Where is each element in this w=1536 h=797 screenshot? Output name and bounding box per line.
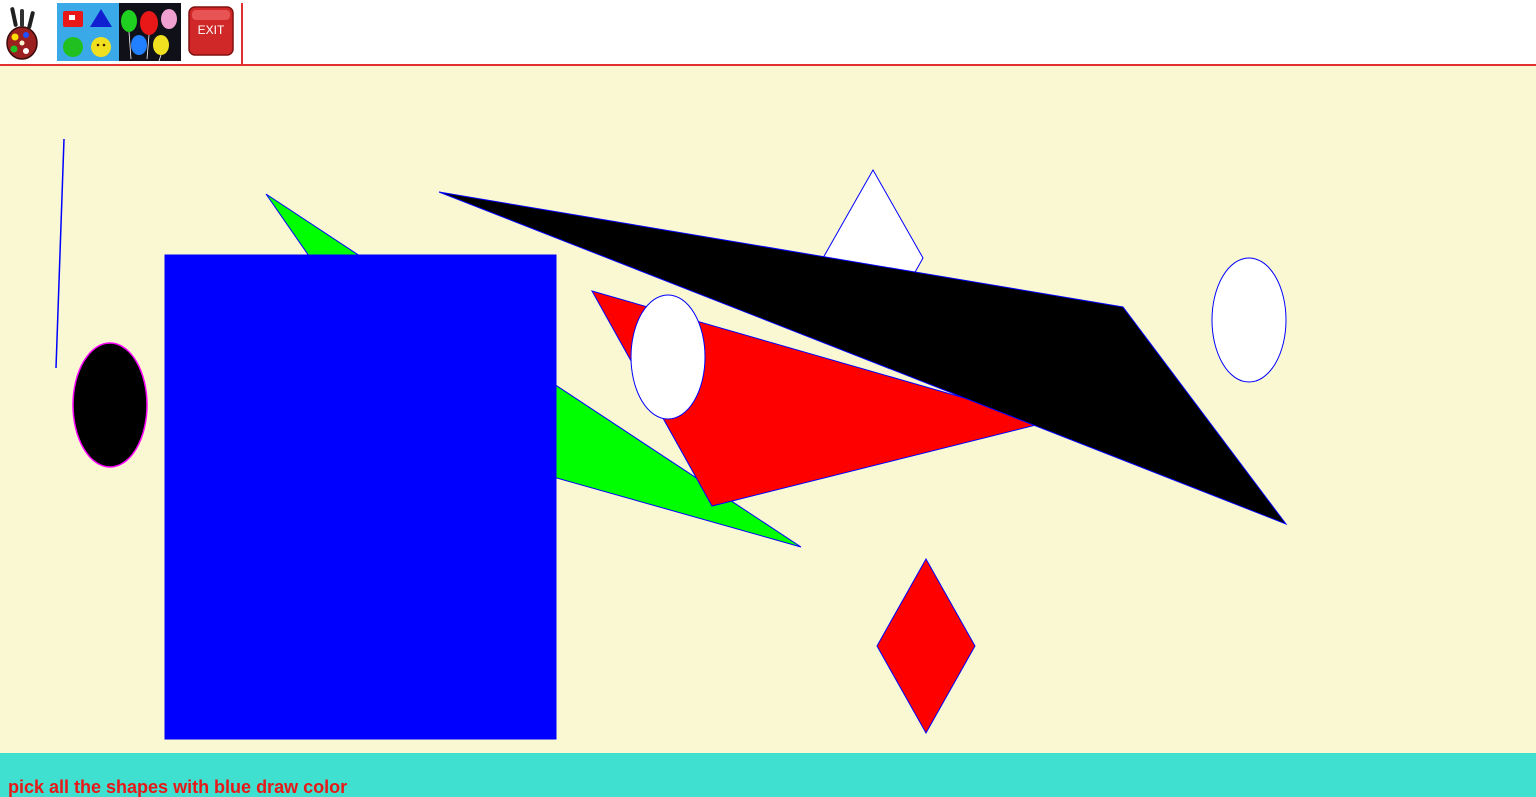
shape-red-diamond[interactable] [876, 557, 976, 735]
shape-black-ellipse[interactable] [72, 342, 148, 468]
status-bar: pick all the shapes with blue draw color [0, 753, 1536, 797]
paint-palette-icon[interactable] [2, 3, 54, 61]
shape-blue-rectangle[interactable] [164, 254, 557, 740]
shapes-svg [55, 138, 1288, 740]
exit-label: EXIT [197, 23, 225, 37]
drawing-canvas[interactable] [0, 66, 1536, 753]
shape-white-ellipse-center[interactable] [630, 294, 706, 420]
instruction-text: pick all the shapes with blue draw color [8, 777, 348, 797]
toolbar: EXIT [0, 0, 1536, 66]
shapes-icon[interactable] [57, 3, 119, 61]
balloons-icon[interactable] [119, 3, 181, 62]
shape-blue-line[interactable] [55, 138, 65, 369]
shape-white-ellipse-right[interactable] [1211, 257, 1287, 383]
toolbar-divider [241, 3, 243, 64]
exit-button[interactable]: EXIT [186, 3, 238, 61]
